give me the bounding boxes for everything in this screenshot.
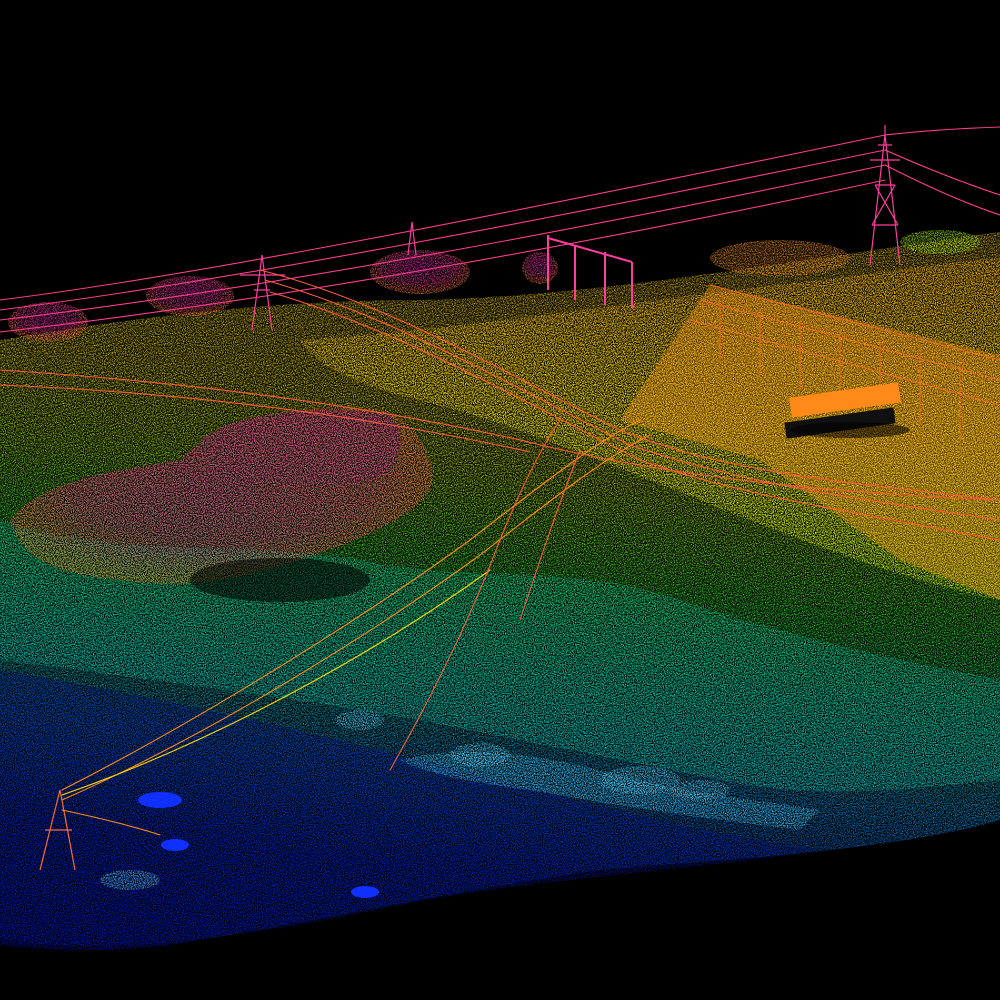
tree-canopy-icon bbox=[710, 240, 850, 276]
point-cloud-viewport[interactable] bbox=[0, 0, 1000, 1000]
vehicle-object bbox=[161, 839, 189, 851]
transmission-tower-icon bbox=[407, 221, 417, 256]
tree-canopy-icon bbox=[8, 302, 88, 342]
point-cloud-scene[interactable] bbox=[0, 0, 1000, 1000]
transmission-tower-icon bbox=[869, 125, 901, 266]
vehicle-object bbox=[138, 792, 182, 808]
vehicle-object bbox=[351, 886, 379, 898]
tree-canopy-icon bbox=[522, 252, 558, 284]
tree-canopy-icon bbox=[900, 230, 980, 254]
